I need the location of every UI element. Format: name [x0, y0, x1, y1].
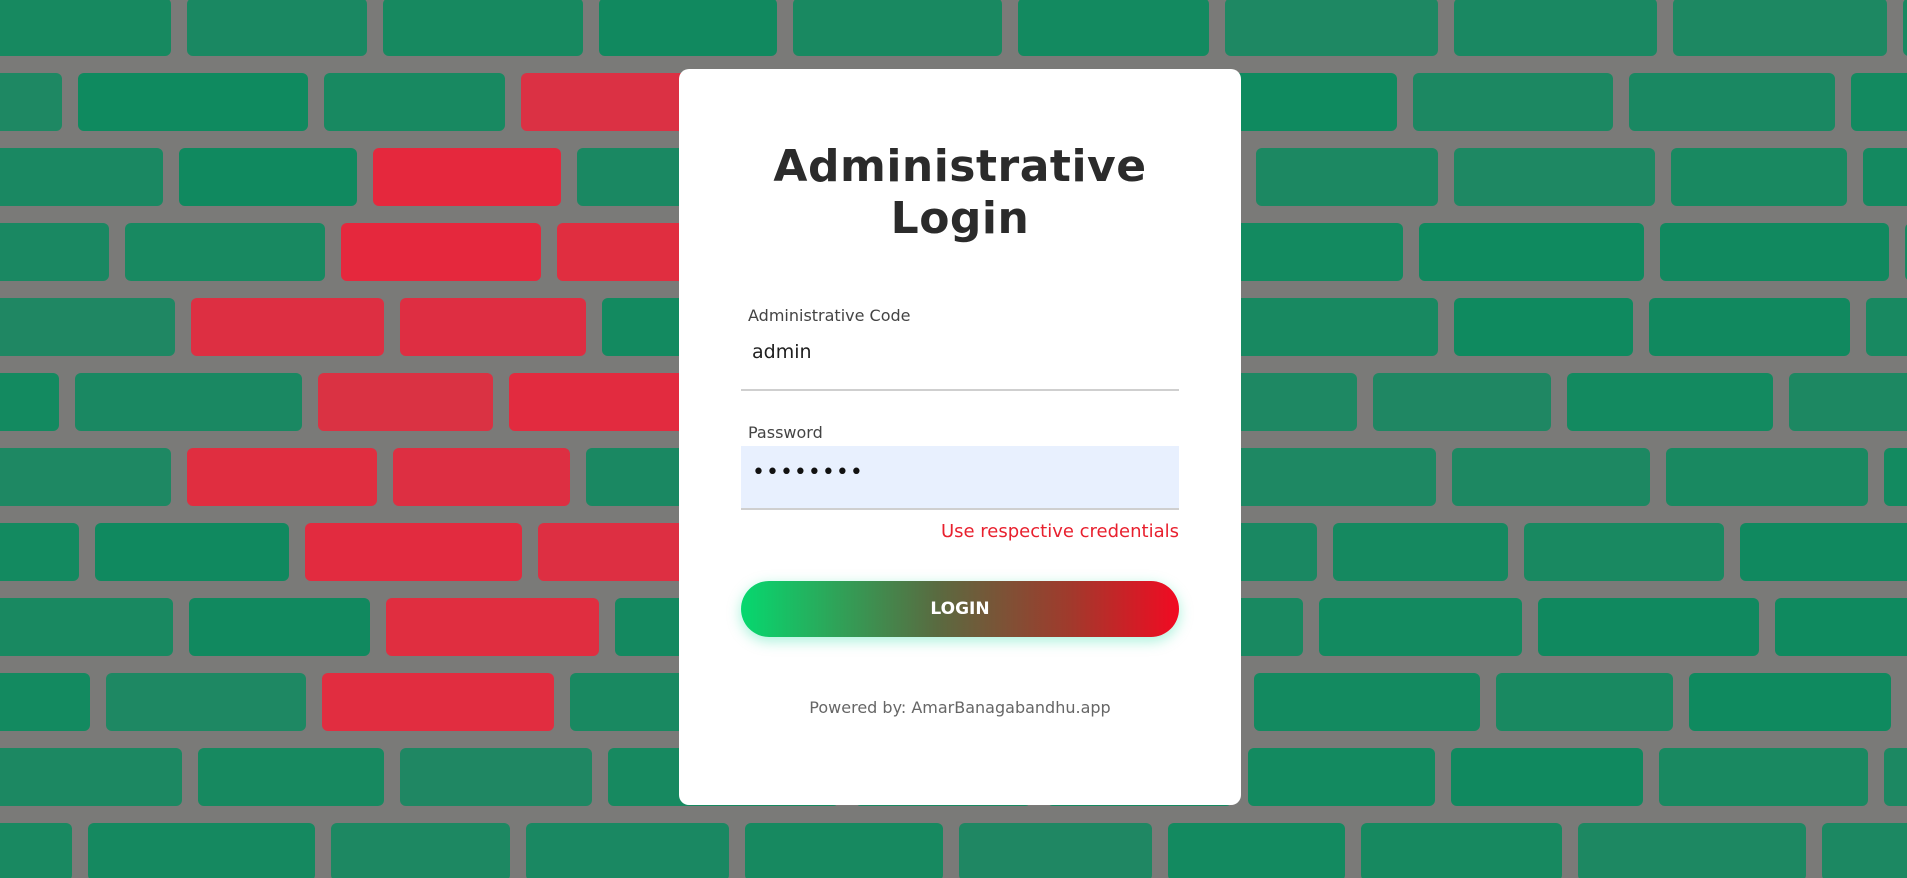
green-brick	[1775, 598, 1907, 656]
green-brick	[1225, 448, 1436, 506]
green-brick	[1454, 0, 1657, 56]
green-brick	[526, 823, 729, 878]
green-brick	[0, 373, 59, 431]
green-brick	[78, 73, 308, 131]
green-brick	[0, 748, 182, 806]
green-brick	[1454, 148, 1655, 206]
green-brick	[0, 298, 175, 356]
red-brick	[341, 223, 541, 281]
green-brick	[1256, 148, 1438, 206]
green-brick	[1248, 748, 1435, 806]
red-brick	[373, 148, 561, 206]
green-brick	[1373, 373, 1551, 431]
green-brick	[959, 823, 1152, 878]
green-brick	[1567, 373, 1773, 431]
green-brick	[1018, 0, 1209, 56]
green-brick	[187, 0, 367, 56]
green-brick	[189, 598, 370, 656]
page-title: Administrative Login	[679, 141, 1241, 245]
green-brick	[198, 748, 384, 806]
green-brick	[1660, 223, 1889, 281]
green-brick	[95, 523, 289, 581]
green-brick	[793, 0, 1002, 56]
green-brick	[1254, 673, 1480, 731]
green-brick	[1649, 298, 1850, 356]
red-brick	[187, 448, 377, 506]
login-card: Administrative Login Administrative Code…	[679, 69, 1241, 805]
green-brick	[106, 673, 306, 731]
green-brick	[400, 748, 592, 806]
powered-by-footer: Powered by: AmarBanagabandhu.app	[809, 698, 1111, 717]
red-brick	[386, 598, 599, 656]
green-brick	[179, 148, 357, 206]
red-brick	[191, 298, 384, 356]
green-brick	[1451, 748, 1643, 806]
green-brick	[1538, 598, 1759, 656]
green-brick	[1452, 448, 1650, 506]
green-brick	[1884, 448, 1907, 506]
administrative-code-label: Administrative Code	[748, 306, 911, 325]
green-brick	[599, 0, 777, 56]
green-brick	[1413, 73, 1613, 131]
green-brick	[1884, 748, 1907, 806]
green-brick	[0, 823, 72, 878]
green-brick	[1524, 523, 1724, 581]
green-brick	[1851, 73, 1907, 131]
green-brick	[1213, 223, 1403, 281]
password-value: ••••••••	[752, 460, 864, 485]
green-brick	[0, 0, 171, 56]
login-button[interactable]: LOGIN	[741, 581, 1179, 637]
red-brick	[400, 298, 586, 356]
green-brick	[0, 673, 90, 731]
green-brick	[75, 373, 302, 431]
green-brick	[88, 823, 315, 878]
green-brick	[1168, 823, 1345, 878]
green-brick	[1419, 223, 1644, 281]
title-line-1: Administrative	[773, 141, 1147, 192]
green-brick	[1673, 0, 1887, 56]
green-brick	[745, 823, 943, 878]
administrative-code-value: admin	[752, 341, 812, 363]
green-brick	[1225, 0, 1438, 56]
green-brick	[1903, 0, 1907, 56]
green-brick	[383, 0, 583, 56]
green-brick	[1689, 673, 1891, 731]
red-brick	[318, 373, 493, 431]
administrative-code-field[interactable]: admin	[741, 331, 1179, 391]
green-brick	[0, 523, 79, 581]
password-field[interactable]: ••••••••	[741, 446, 1179, 510]
green-brick	[0, 448, 171, 506]
green-brick	[1229, 298, 1438, 356]
green-brick	[1866, 298, 1907, 356]
green-brick	[1333, 523, 1508, 581]
green-brick	[1659, 748, 1868, 806]
password-label: Password	[748, 423, 823, 442]
green-brick	[1496, 673, 1673, 731]
red-brick	[305, 523, 522, 581]
green-brick	[1578, 823, 1806, 878]
green-brick	[1319, 598, 1522, 656]
green-brick	[1789, 373, 1907, 431]
green-brick	[0, 148, 163, 206]
green-brick	[1671, 148, 1847, 206]
green-brick	[125, 223, 325, 281]
green-brick	[1629, 73, 1835, 131]
red-brick	[322, 673, 554, 731]
green-brick	[1361, 823, 1562, 878]
red-brick	[393, 448, 570, 506]
green-brick	[1822, 823, 1907, 878]
green-brick	[0, 73, 62, 131]
green-brick	[1740, 523, 1907, 581]
title-line-2: Login	[890, 193, 1030, 244]
credentials-hint: Use respective credentials	[940, 521, 1179, 542]
green-brick	[1454, 298, 1633, 356]
green-brick	[1666, 448, 1868, 506]
green-brick	[0, 598, 173, 656]
login-button-label: LOGIN	[930, 599, 990, 619]
green-brick	[0, 223, 109, 281]
green-brick	[324, 73, 505, 131]
green-brick	[1863, 148, 1907, 206]
green-brick	[331, 823, 510, 878]
